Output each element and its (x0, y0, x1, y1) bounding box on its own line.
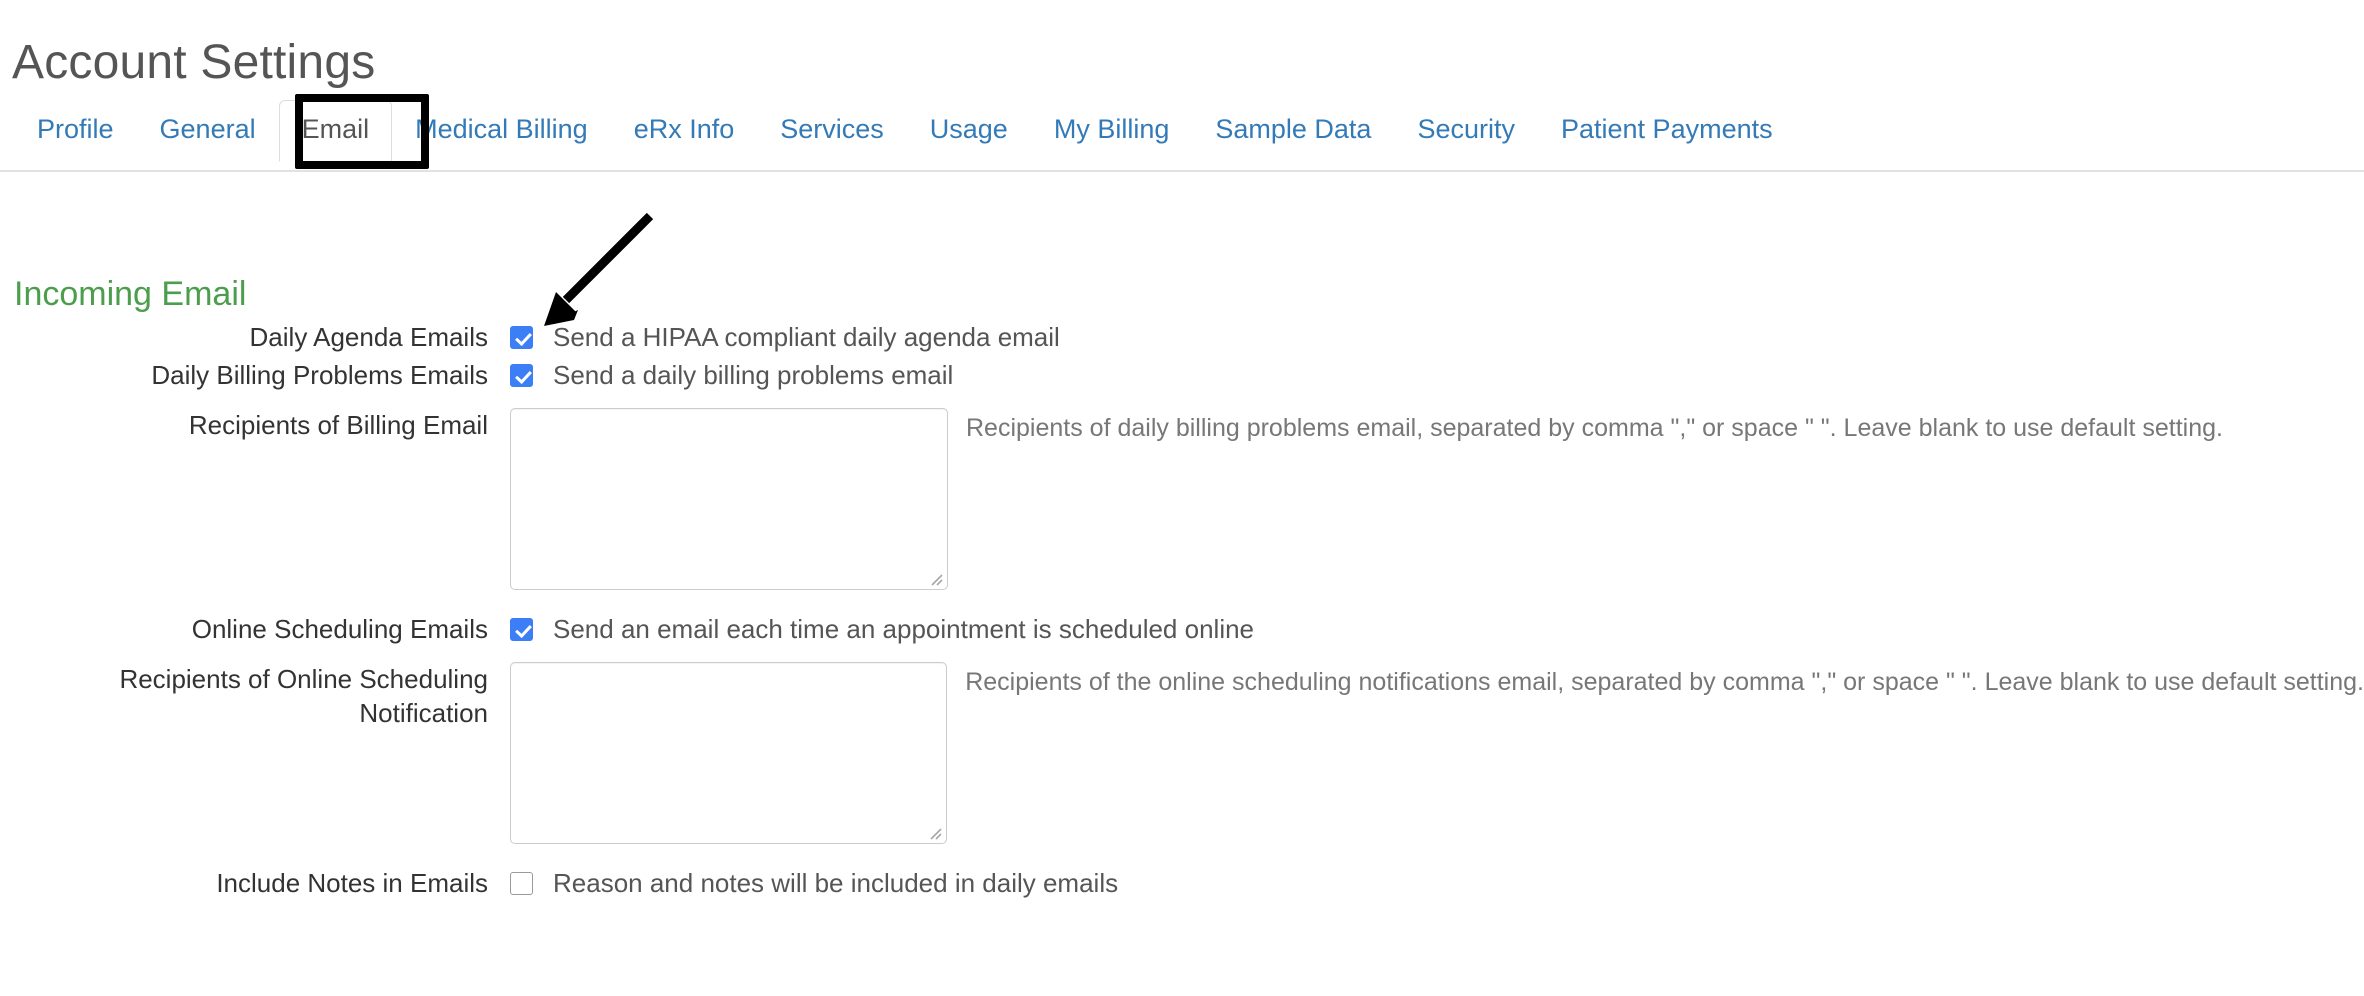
online-scheduling-emails-checkbox-label[interactable]: Send an email each time an appointment i… (553, 612, 1254, 646)
include-notes-in-emails-checkbox-label[interactable]: Reason and notes will be included in dai… (553, 866, 1118, 900)
row-recipients-of-billing-email: Recipients of Billing Email Recipients o… (0, 408, 2364, 590)
resize-grip-icon[interactable] (928, 571, 944, 587)
control-daily-agenda-emails: Send a HIPAA compliant daily agenda emai… (510, 320, 2364, 354)
row-daily-agenda-emails: Daily Agenda Emails Send a HIPAA complia… (0, 320, 2364, 354)
label-recipients-of-billing-email: Recipients of Billing Email (188, 410, 488, 440)
account-settings-page: Account Settings Profile General Email Medi… (0, 0, 2364, 996)
tab-general[interactable]: General (137, 100, 279, 162)
label-online-scheduling-emails: Online Scheduling Emails (191, 614, 488, 644)
label-daily-agenda-emails: Daily Agenda Emails (249, 322, 488, 352)
control-recipients-of-billing-email: Recipients of daily billing problems ema… (510, 408, 2364, 590)
row-online-scheduling-emails: Online Scheduling Emails Send an email e… (0, 612, 2364, 646)
tab-medical-billing[interactable]: Medical Billing (392, 100, 611, 162)
label-daily-billing-problems-emails: Daily Billing Problems Emails (151, 360, 488, 390)
recipients-billing-textarea-wrapper[interactable] (510, 408, 948, 590)
daily-agenda-emails-checkbox[interactable] (510, 326, 533, 349)
tab-email[interactable]: Email (278, 100, 393, 163)
control-include-notes-in-emails: Reason and notes will be included in dai… (510, 866, 2364, 900)
label-line-1: Recipients of Online Scheduling (119, 664, 488, 694)
control-daily-billing-problems-emails: Send a daily billing problems email (510, 358, 2364, 392)
recipients-online-scheduling-textarea[interactable] (511, 663, 947, 843)
recipients-billing-textarea[interactable] (511, 409, 947, 589)
tab-my-billing[interactable]: My Billing (1031, 100, 1193, 162)
row-daily-billing-problems-emails: Daily Billing Problems Emails Send a dai… (0, 358, 2364, 392)
label-line-2: Notification (359, 698, 488, 728)
label-recipients-of-online-scheduling-notification: Recipients of Online Scheduling Notifica… (0, 662, 510, 730)
section-title-incoming-email: Incoming Email (14, 275, 247, 314)
tab-usage[interactable]: Usage (907, 100, 1031, 162)
row-recipients-of-online-scheduling-notification: Recipients of Online Scheduling Notifica… (0, 662, 2364, 844)
control-online-scheduling-emails: Send an email each time an appointment i… (510, 612, 2364, 646)
settings-tab-bar: Profile General Email Medical Billing eRx In… (0, 100, 2364, 172)
daily-agenda-emails-checkbox-label[interactable]: Send a HIPAA compliant daily agenda emai… (553, 320, 1060, 354)
tab-security[interactable]: Security (1394, 100, 1538, 162)
resize-grip-icon[interactable] (927, 825, 943, 841)
settings-tab-list: Profile General Email Medical Billing eRx In… (14, 100, 1796, 170)
control-recipients-of-online-scheduling-notification: Recipients of the online scheduling noti… (510, 662, 2364, 844)
help-recipients-of-billing-email: Recipients of daily billing problems ema… (966, 414, 2223, 442)
recipients-online-scheduling-textarea-wrapper[interactable] (510, 662, 948, 844)
page-title: Account Settings (12, 36, 376, 90)
tab-erx-info[interactable]: eRx Info (611, 100, 758, 162)
daily-billing-problems-checkbox[interactable] (510, 364, 533, 387)
row-include-notes-in-emails: Include Notes in Emails Reason and notes… (0, 866, 2364, 900)
help-recipients-of-online-scheduling-notification: Recipients of the online scheduling noti… (965, 668, 2364, 696)
tab-services[interactable]: Services (757, 100, 907, 162)
daily-billing-problems-checkbox-label[interactable]: Send a daily billing problems email (553, 358, 953, 392)
incoming-email-form: Daily Agenda Emails Send a HIPAA complia… (0, 320, 2364, 900)
tab-profile[interactable]: Profile (14, 100, 137, 162)
tab-sample-data[interactable]: Sample Data (1192, 100, 1394, 162)
label-include-notes-in-emails: Include Notes in Emails (216, 868, 488, 898)
arrow-annotation-icon (544, 212, 654, 326)
include-notes-in-emails-checkbox[interactable] (510, 872, 533, 895)
tab-patient-payments[interactable]: Patient Payments (1538, 100, 1796, 162)
online-scheduling-emails-checkbox[interactable] (510, 618, 533, 641)
